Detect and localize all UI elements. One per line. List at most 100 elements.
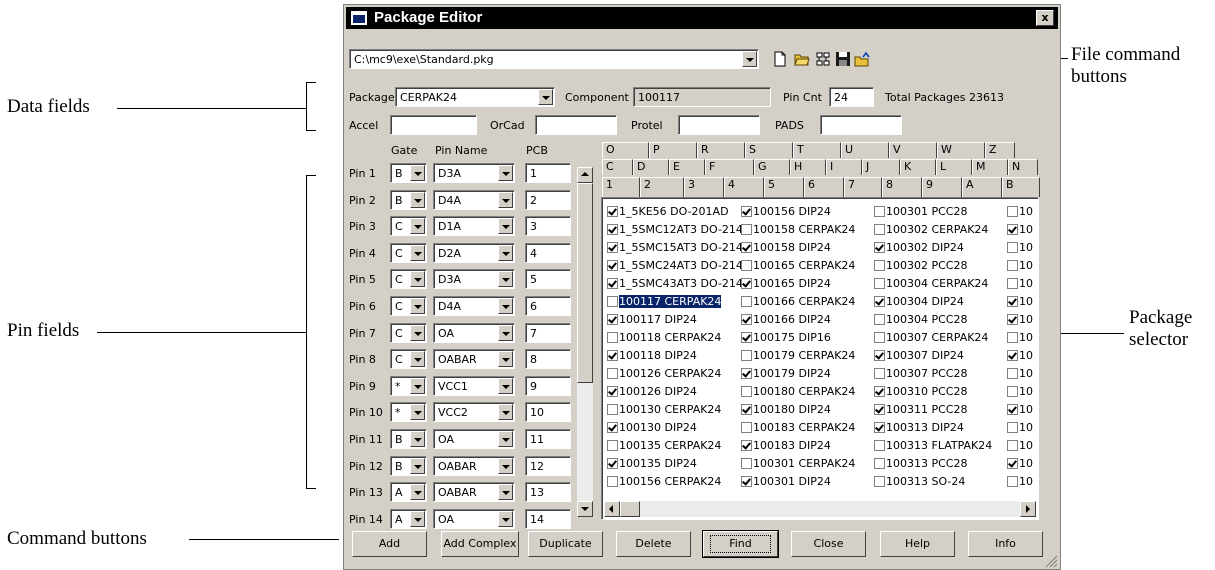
- chevron-down-icon[interactable]: [538, 89, 553, 105]
- list-item[interactable]: 100302 DIP24: [874, 239, 1007, 256]
- pcb-field[interactable]: 7: [525, 323, 571, 343]
- pin-name-select[interactable]: D3A: [433, 163, 515, 183]
- list-item[interactable]: 100158 CERPAK24: [741, 221, 874, 238]
- checkbox[interactable]: [1007, 368, 1018, 379]
- checkbox[interactable]: [1007, 242, 1018, 253]
- checkbox[interactable]: [607, 314, 618, 325]
- checkbox[interactable]: [874, 314, 885, 325]
- chevron-down-icon[interactable]: [498, 458, 513, 474]
- checkbox[interactable]: [607, 386, 618, 397]
- list-item[interactable]: 1_5SMC12AT3 DO-214: [607, 221, 741, 238]
- chevron-down-icon[interactable]: [498, 271, 513, 287]
- tab-e[interactable]: E: [669, 159, 705, 175]
- tab-4[interactable]: 4: [724, 177, 764, 197]
- chevron-down-icon[interactable]: [498, 298, 513, 314]
- gate-select[interactable]: C: [390, 296, 427, 316]
- list-item[interactable]: 100166 DIP24: [741, 311, 874, 328]
- pcb-field[interactable]: 13: [525, 482, 571, 502]
- list-item[interactable]: 100302 PCC28: [874, 257, 1007, 274]
- checkbox[interactable]: [874, 386, 885, 397]
- checkbox[interactable]: [741, 278, 752, 289]
- checkbox[interactable]: [1007, 206, 1018, 217]
- list-item[interactable]: 100304 CERPAK24: [874, 275, 1007, 292]
- checkbox[interactable]: [607, 278, 618, 289]
- checkbox[interactable]: [741, 440, 752, 451]
- tab-5[interactable]: 5: [764, 177, 804, 197]
- checkbox[interactable]: [1007, 458, 1018, 469]
- list-item[interactable]: 100156 DIP24: [741, 203, 874, 220]
- chevron-down-icon[interactable]: [498, 511, 513, 527]
- gate-select[interactable]: B: [390, 456, 427, 476]
- checkbox[interactable]: [874, 368, 885, 379]
- pin-name-select[interactable]: OA: [433, 429, 515, 449]
- pcb-field[interactable]: 4: [525, 243, 571, 263]
- protel-field[interactable]: [678, 115, 760, 135]
- gate-select[interactable]: C: [390, 269, 427, 289]
- window-close-button[interactable]: x: [1036, 10, 1054, 26]
- checkbox[interactable]: [607, 404, 618, 415]
- checkbox[interactable]: [1007, 260, 1018, 271]
- checkbox[interactable]: [1007, 314, 1018, 325]
- checkbox[interactable]: [741, 476, 752, 487]
- tab-u[interactable]: U: [841, 142, 889, 158]
- pcb-field[interactable]: 8: [525, 349, 571, 369]
- list-item[interactable]: 100118 CERPAK24: [607, 329, 741, 346]
- tab-9[interactable]: 9: [922, 177, 962, 197]
- add-complex-button[interactable]: Add Complex: [441, 531, 519, 557]
- list-item[interactable]: 10: [1007, 419, 1037, 436]
- scroll-down-arrow-icon[interactable]: [577, 501, 593, 517]
- list-item[interactable]: 100301 DIP24: [741, 473, 874, 490]
- gate-select[interactable]: C: [390, 216, 427, 236]
- list-item[interactable]: 100118 DIP24: [607, 347, 741, 364]
- tab-w[interactable]: W: [937, 142, 985, 158]
- chevron-down-icon[interactable]: [410, 165, 425, 181]
- checkbox[interactable]: [1007, 404, 1018, 415]
- pin-name-select[interactable]: D3A: [433, 269, 515, 289]
- list-item[interactable]: 100304 DIP24: [874, 293, 1007, 310]
- checkbox[interactable]: [741, 206, 752, 217]
- pin-vertical-scrollbar[interactable]: [577, 167, 593, 517]
- pin-name-select[interactable]: D2A: [433, 243, 515, 263]
- chevron-down-icon[interactable]: [498, 165, 513, 181]
- list-horizontal-scrollbar[interactable]: [604, 501, 1036, 517]
- list-item[interactable]: 100307 PCC28: [874, 365, 1007, 382]
- checkbox[interactable]: [607, 206, 618, 217]
- checkbox[interactable]: [607, 260, 618, 271]
- list-item[interactable]: 1_5KE56 DO-201AD: [607, 203, 741, 220]
- list-item[interactable]: 10: [1007, 221, 1037, 238]
- chevron-down-icon[interactable]: [742, 51, 757, 67]
- checkbox[interactable]: [607, 242, 618, 253]
- tab-s[interactable]: S: [745, 142, 793, 158]
- checkbox[interactable]: [1007, 332, 1018, 343]
- list-item[interactable]: 100117 DIP24: [607, 311, 741, 328]
- close-button[interactable]: Close: [791, 531, 866, 557]
- pcb-field[interactable]: 10: [525, 402, 571, 422]
- resize-grip-icon[interactable]: [1044, 554, 1058, 568]
- gate-select[interactable]: B: [390, 429, 427, 449]
- checkbox[interactable]: [874, 296, 885, 307]
- scroll-up-arrow-icon[interactable]: [577, 167, 593, 183]
- checkbox[interactable]: [874, 440, 885, 451]
- checkbox[interactable]: [874, 404, 885, 415]
- checkbox[interactable]: [741, 314, 752, 325]
- pin-name-select[interactable]: OA: [433, 509, 515, 529]
- scroll-thumb[interactable]: [577, 183, 593, 383]
- chevron-down-icon[interactable]: [410, 351, 425, 367]
- chevron-down-icon[interactable]: [410, 325, 425, 341]
- pin-name-select[interactable]: OA: [433, 323, 515, 343]
- list-item[interactable]: 100180 DIP24: [741, 401, 874, 418]
- checkbox[interactable]: [1007, 296, 1018, 307]
- list-item[interactable]: 100166 CERPAK24: [741, 293, 874, 310]
- list-item[interactable]: 100158 DIP24: [741, 239, 874, 256]
- scroll-right-arrow-icon[interactable]: [1020, 501, 1036, 517]
- list-item[interactable]: 10: [1007, 239, 1037, 256]
- checkbox[interactable]: [1007, 476, 1018, 487]
- find-button[interactable]: Find: [702, 530, 779, 558]
- chevron-down-icon[interactable]: [410, 431, 425, 447]
- tab-g[interactable]: G: [754, 159, 790, 175]
- list-item[interactable]: 1_5SMC24AT3 DO-214: [607, 257, 741, 274]
- tab-d[interactable]: D: [633, 159, 669, 175]
- checkbox[interactable]: [741, 260, 752, 271]
- list-item[interactable]: 10: [1007, 455, 1037, 472]
- chevron-down-icon[interactable]: [498, 325, 513, 341]
